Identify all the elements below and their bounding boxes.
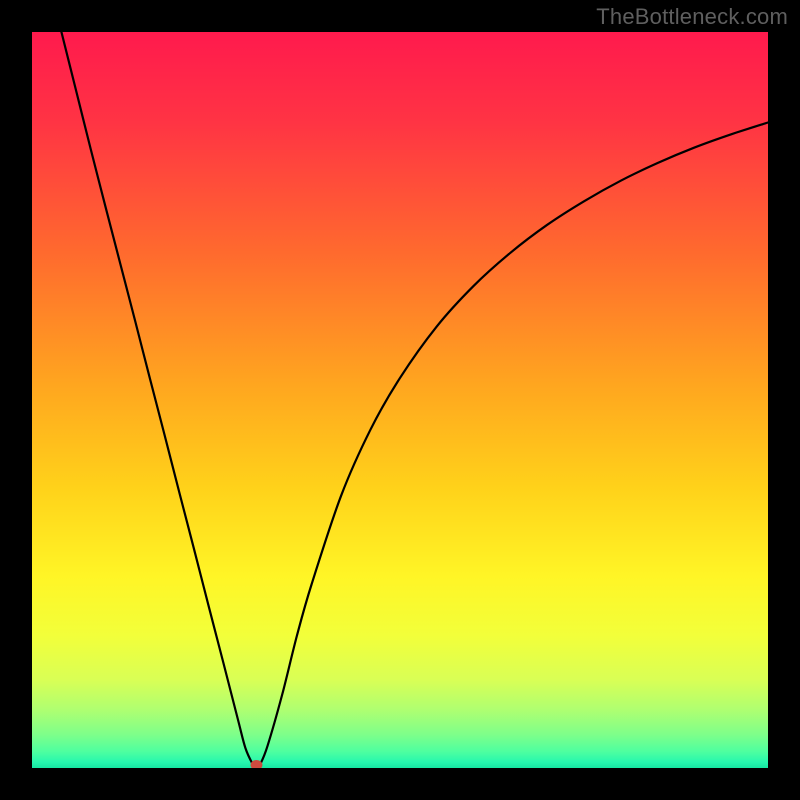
chart-frame: TheBottleneck.com — [0, 0, 800, 800]
plot-area — [32, 32, 768, 768]
gradient-background — [32, 32, 768, 768]
chart-svg — [32, 32, 768, 768]
watermark-text: TheBottleneck.com — [596, 4, 788, 30]
